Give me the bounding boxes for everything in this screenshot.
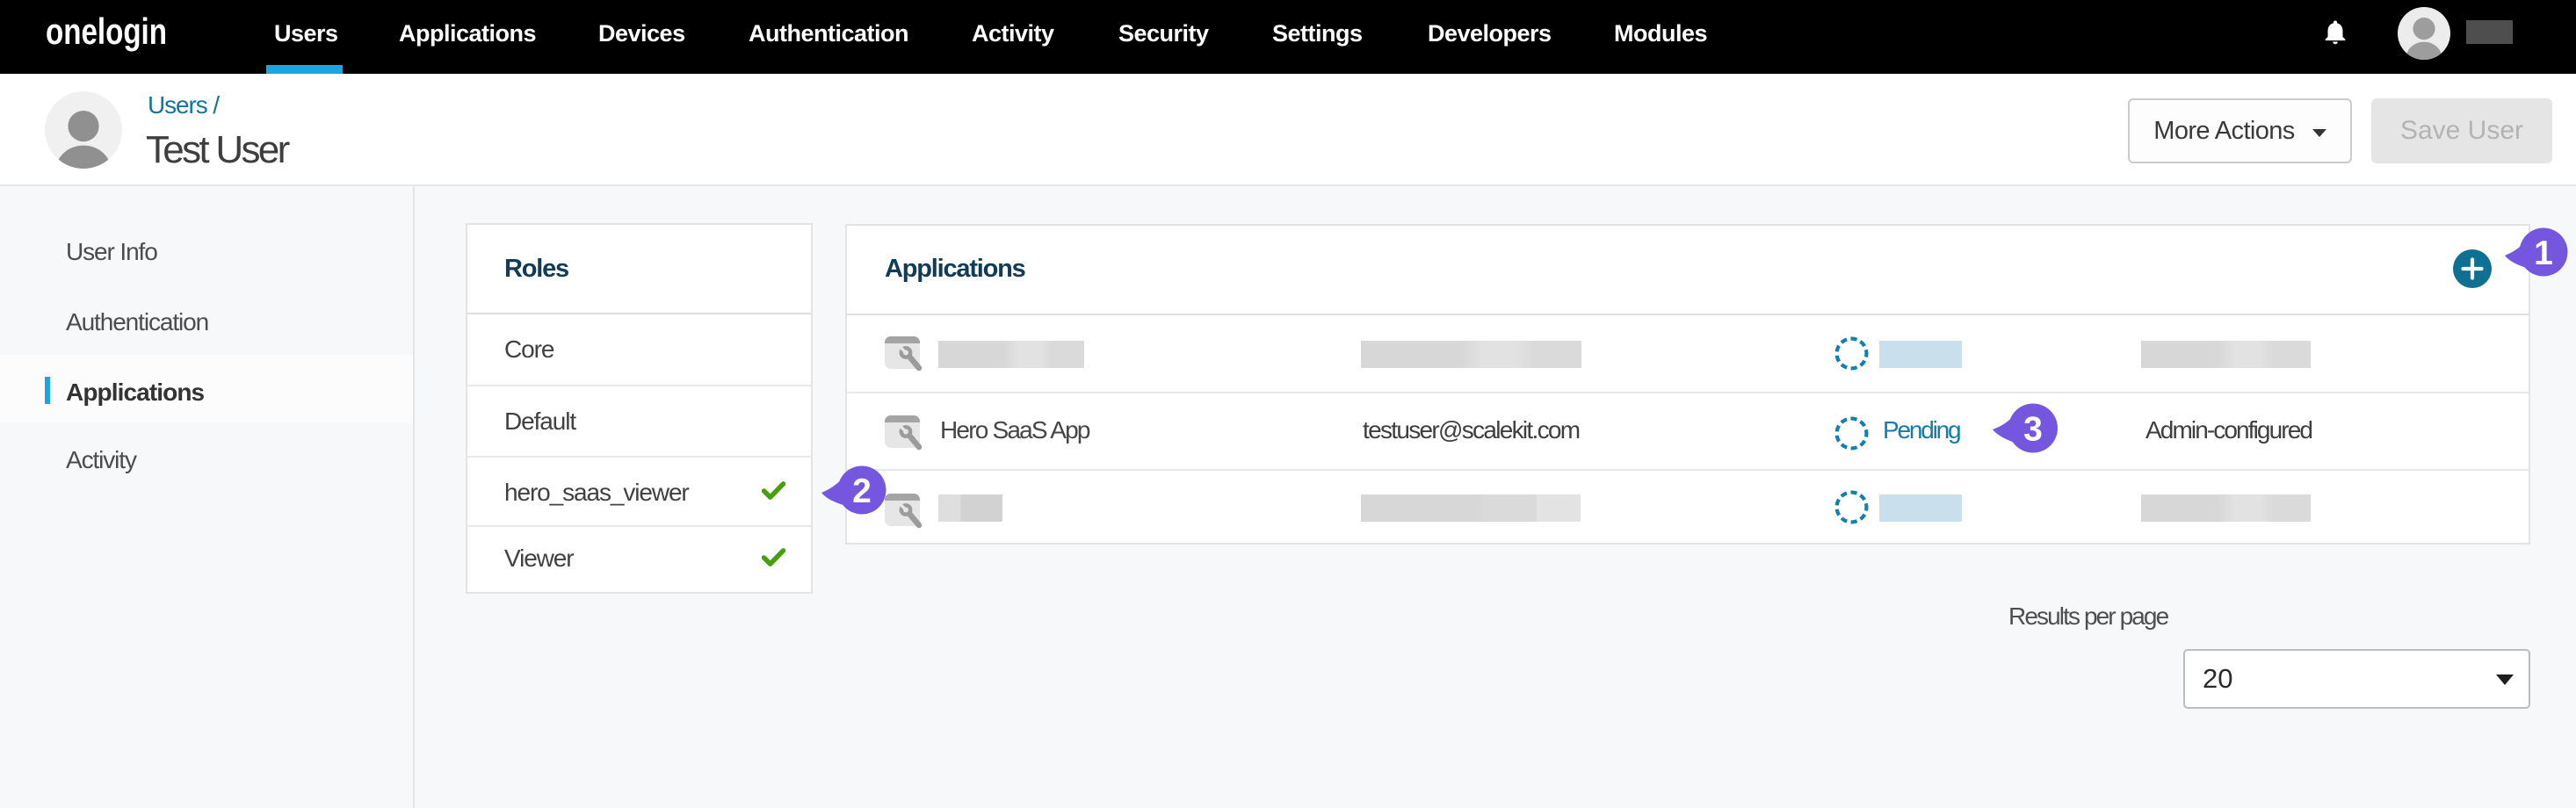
svg-text:3: 3 bbox=[2023, 411, 2043, 449]
svg-text:onelogin: onelogin bbox=[46, 11, 167, 52]
svg-text:2: 2 bbox=[852, 473, 872, 510]
svg-text:1: 1 bbox=[2534, 234, 2553, 272]
